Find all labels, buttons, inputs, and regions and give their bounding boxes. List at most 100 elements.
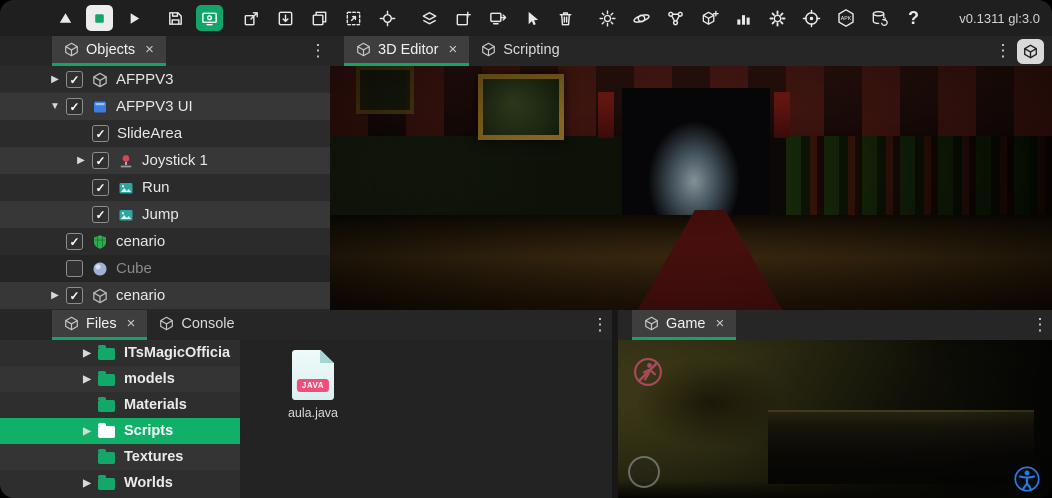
- files-menu-icon[interactable]: ⋮: [588, 315, 612, 335]
- checkbox[interactable]: ✓: [66, 71, 83, 88]
- run-disabled-icon[interactable]: [632, 356, 664, 388]
- gear-icon: [768, 9, 787, 28]
- display-export-icon: [488, 9, 507, 28]
- duplicate-button[interactable]: [306, 5, 333, 31]
- folder-row[interactable]: ▶ models: [0, 366, 240, 392]
- tree-row[interactable]: ▼ ✓ AFPPV3 UI: [0, 93, 330, 120]
- target-icon: [802, 9, 821, 28]
- chevron-right-icon[interactable]: ▶: [70, 155, 92, 166]
- folder-row[interactable]: Materials: [0, 392, 240, 418]
- chevron-right-icon[interactable]: ▶: [44, 290, 66, 301]
- 3d-viewport[interactable]: [330, 66, 1052, 310]
- display-export-button[interactable]: [484, 5, 511, 31]
- checkbox[interactable]: ✓: [66, 287, 83, 304]
- tab-game[interactable]: Game ×: [632, 310, 736, 340]
- chevron-down-icon[interactable]: ▼: [44, 101, 66, 112]
- checkbox-unchecked[interactable]: ✓: [66, 260, 83, 277]
- database-sync-button[interactable]: [866, 5, 893, 31]
- settings-button[interactable]: [764, 5, 791, 31]
- tree-row[interactable]: ✓ Jump: [0, 201, 330, 228]
- stop-icon: [90, 9, 109, 28]
- top-toolbar: APK ? v0.1311 gl:3.0: [0, 0, 1052, 36]
- chevron-right-icon[interactable]: ▶: [76, 374, 98, 385]
- java-badge: JAVA: [297, 379, 329, 392]
- square-import-button[interactable]: [272, 5, 299, 31]
- tree-row[interactable]: ✓ Cube: [0, 255, 330, 282]
- panel-layout-button[interactable]: [1017, 39, 1044, 64]
- folder-label: ITsMagicOfficia: [124, 345, 230, 361]
- tab-objects-label: Objects: [86, 42, 135, 58]
- layers-move-button[interactable]: [416, 5, 443, 31]
- play-icon: [124, 9, 143, 28]
- chevron-right-icon[interactable]: ▶: [76, 478, 98, 489]
- files-tabbar: Files × Console ⋮: [0, 310, 612, 340]
- add-cube-button[interactable]: [696, 5, 723, 31]
- marquee-select-button[interactable]: [340, 5, 367, 31]
- object-label: cenario: [116, 233, 165, 250]
- tree-row[interactable]: ▶ ✓ AFPPV3: [0, 66, 330, 93]
- tree-row[interactable]: ✓ SlideArea: [0, 120, 330, 147]
- stop-button[interactable]: [86, 5, 113, 31]
- close-icon[interactable]: ×: [716, 316, 725, 331]
- folder-row[interactable]: ▶ Worlds: [0, 470, 240, 496]
- joystick-icon: [117, 152, 135, 170]
- pointer-button[interactable]: [518, 5, 545, 31]
- apk-export-button[interactable]: APK: [832, 5, 859, 31]
- game-menu-icon[interactable]: ⋮: [1028, 315, 1052, 335]
- folder-icon: [98, 452, 115, 464]
- chevron-right-icon[interactable]: ▶: [44, 74, 66, 85]
- checkbox[interactable]: ✓: [92, 179, 109, 196]
- checkbox[interactable]: ✓: [92, 125, 109, 142]
- objects-menu-icon[interactable]: ⋮: [306, 41, 330, 61]
- close-icon[interactable]: ×: [448, 42, 457, 57]
- checkbox[interactable]: ✓: [66, 233, 83, 250]
- checkbox[interactable]: ✓: [92, 206, 109, 223]
- square-export-button[interactable]: [238, 5, 265, 31]
- tree-row[interactable]: ✓ cenario: [0, 228, 330, 255]
- pointer-icon: [522, 9, 541, 28]
- save-button[interactable]: [162, 5, 189, 31]
- node-graph-button[interactable]: [662, 5, 689, 31]
- close-icon[interactable]: ×: [127, 316, 136, 331]
- tab-files[interactable]: Files ×: [52, 310, 147, 340]
- tab-3d-editor[interactable]: 3D Editor ×: [344, 36, 469, 66]
- folder-row[interactable]: ▶ ITsMagicOfficia: [0, 340, 240, 366]
- ui-panel-icon: [91, 98, 109, 116]
- stats-button[interactable]: [730, 5, 757, 31]
- orbit-button[interactable]: [628, 5, 655, 31]
- play-button[interactable]: [120, 5, 147, 31]
- folder-row-selected[interactable]: ▶ Scripts: [0, 418, 240, 444]
- terrain-shield-icon: [91, 233, 109, 251]
- tab-console[interactable]: Console: [147, 310, 246, 340]
- folder-row[interactable]: Textures: [0, 444, 240, 470]
- square-export-icon: [242, 9, 261, 28]
- tab-objects[interactable]: Objects ×: [52, 36, 166, 66]
- tree-row[interactable]: ✓ Run: [0, 174, 330, 201]
- editor-menu-icon[interactable]: ⋮: [991, 41, 1015, 61]
- close-icon[interactable]: ×: [145, 42, 154, 57]
- target-button[interactable]: [798, 5, 825, 31]
- cube-icon: [64, 42, 79, 57]
- checkbox[interactable]: ✓: [92, 152, 109, 169]
- accessibility-icon[interactable]: [1013, 465, 1040, 492]
- back-button[interactable]: [52, 5, 79, 31]
- screen-preview-button[interactable]: [196, 5, 223, 31]
- trash-button[interactable]: [552, 5, 579, 31]
- chevron-right-icon[interactable]: ▶: [76, 426, 98, 437]
- joystick-base[interactable]: [628, 456, 660, 488]
- layer-add-button[interactable]: [450, 5, 477, 31]
- sun-button[interactable]: [594, 5, 621, 31]
- chevron-right-icon[interactable]: ▶: [76, 348, 98, 359]
- cube-icon: [1023, 44, 1038, 59]
- tab-scripting[interactable]: Scripting: [469, 36, 571, 66]
- save-icon: [166, 9, 185, 28]
- file-item-aula-java[interactable]: JAVA aula.java: [278, 350, 348, 420]
- crosshair-button[interactable]: [374, 5, 401, 31]
- stats-icon: [734, 9, 753, 28]
- tree-row[interactable]: ▶ ✓ Joystick 1: [0, 147, 330, 174]
- game-viewport[interactable]: [618, 340, 1052, 498]
- object-label: Cube: [116, 260, 152, 277]
- tree-row[interactable]: ▶ ✓ cenario: [0, 282, 330, 309]
- help-button[interactable]: ?: [900, 5, 927, 31]
- checkbox[interactable]: ✓: [66, 98, 83, 115]
